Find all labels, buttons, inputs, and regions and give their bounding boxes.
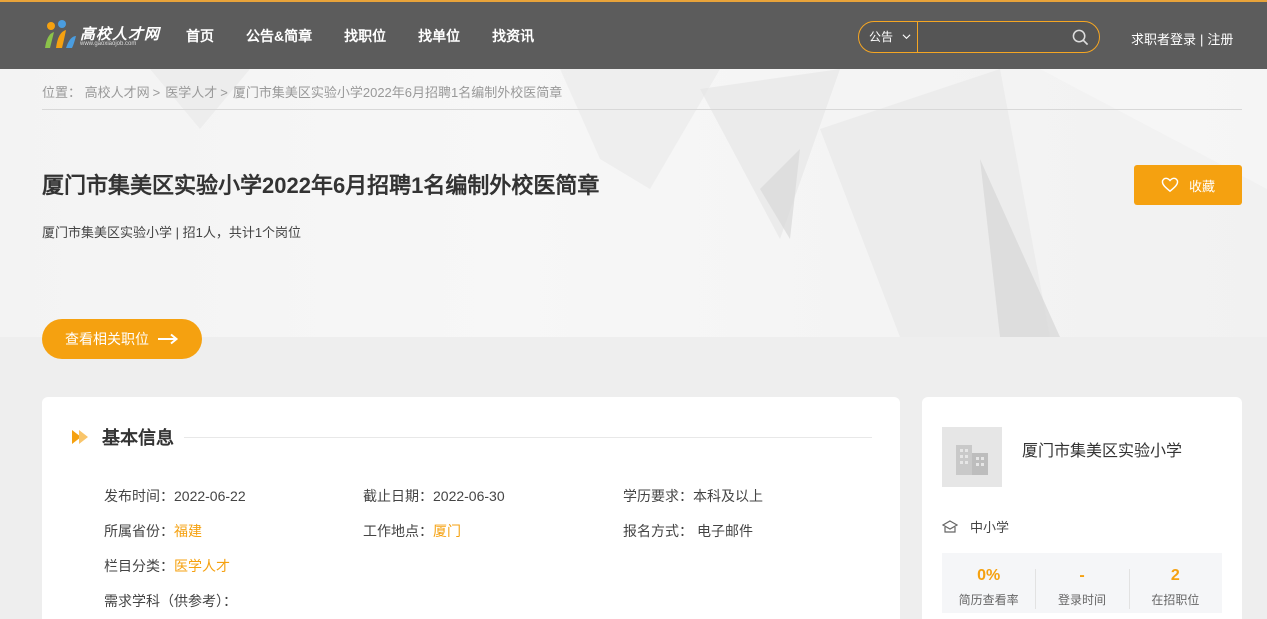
- breadcrumb-separator: >: [220, 85, 228, 100]
- publish-date-row: 发布时间：2022-06-22: [104, 486, 246, 506]
- apply-method-value: 电子邮件: [697, 523, 753, 539]
- auth-separator: |: [1200, 32, 1204, 47]
- province-row: 所属省份：福建: [104, 521, 202, 541]
- arrow-right-icon: [158, 333, 179, 345]
- section-divider: [184, 437, 872, 438]
- breadcrumb-prefix: 位置：: [42, 85, 82, 100]
- stat-label: 在招职位: [1151, 593, 1200, 607]
- nav-find-jobs[interactable]: 找职位: [344, 26, 386, 46]
- breadcrumb-current: 厦门市集美区实验小学2022年6月招聘1名编制外校医简章: [232, 85, 563, 100]
- employer-card: 厦门市集美区实验小学 中小学 0% 简历查看率 - 登录时间 2 在招职位: [922, 397, 1242, 619]
- deadline-label: 截止日期：: [363, 488, 433, 504]
- view-related-jobs-button[interactable]: 查看相关职位: [42, 319, 202, 359]
- search-input[interactable]: [919, 22, 1067, 52]
- publish-date-value: 2022-06-22: [174, 488, 246, 504]
- deadline-value: 2022-06-30: [433, 488, 505, 504]
- main-nav: 首页 公告&简章 找职位 找单位 找资讯: [186, 26, 534, 46]
- nav-find-employers[interactable]: 找单位: [418, 26, 460, 46]
- search-bar: 公告: [858, 21, 1100, 53]
- stat-login-time: - 登录时间: [1035, 553, 1128, 613]
- education-value: 本科及以上: [693, 488, 763, 504]
- employer-type: 中小学: [970, 520, 1010, 535]
- basic-info-card: 基本信息 发布时间：2022-06-22 截止日期：2022-06-30 学历要…: [42, 397, 900, 619]
- employer-logo[interactable]: [942, 427, 1002, 487]
- login-link[interactable]: 求职者登录: [1131, 32, 1196, 47]
- column-label: 栏目分类：: [104, 558, 174, 574]
- chevron-down-icon: [902, 34, 911, 40]
- apply-method-label: 报名方式：: [623, 523, 693, 539]
- nav-find-news[interactable]: 找资讯: [492, 26, 534, 46]
- breadcrumb-separator: >: [152, 85, 161, 100]
- announcement-subtitle: 厦门市集美区实验小学 | 招1人，共计1个岗位: [42, 225, 302, 240]
- stat-value: 0%: [977, 567, 1001, 584]
- employer-name[interactable]: 厦门市集美区实验小学: [1022, 437, 1182, 461]
- site-logo[interactable]: 高校人才网 www.gaoxiaojob.com: [42, 20, 159, 52]
- stat-open-positions[interactable]: 2 在招职位: [1128, 553, 1222, 613]
- column-row: 栏目分类：医学人才: [104, 556, 230, 576]
- employer-stats: 0% 简历查看率 - 登录时间 2 在招职位: [942, 553, 1222, 613]
- province-link[interactable]: 福建: [174, 523, 202, 539]
- education-row: 学历要求：本科及以上: [623, 486, 763, 506]
- basic-info-heading: 基本信息: [102, 428, 174, 448]
- heart-icon: [1161, 177, 1179, 193]
- announcement-hero: 位置： 高校人才网 > 医学人才 > 厦门市集美区实验小学2022年6月招聘1名编制外校…: [0, 69, 1267, 337]
- auth-links: 求职者登录 | 注册: [1131, 29, 1233, 48]
- province-label: 所属省份：: [104, 523, 174, 539]
- school-icon: [942, 519, 958, 533]
- logo-mark-icon: [45, 20, 76, 48]
- education-label: 学历要求：: [623, 488, 693, 504]
- location-label: 工作地点：: [363, 523, 433, 539]
- register-link[interactable]: 注册: [1207, 32, 1233, 47]
- subject-label: 需求学科（供参考）：: [104, 593, 237, 609]
- page-title: 厦门市集美区实验小学2022年6月招聘1名编制外校医简章: [42, 173, 600, 198]
- location-link[interactable]: 厦门: [433, 523, 461, 539]
- section-marker-icon: [72, 430, 88, 444]
- subject-row: 需求学科（供参考）：: [104, 591, 237, 611]
- search-icon[interactable]: [1072, 29, 1089, 46]
- column-link[interactable]: 医学人才: [174, 558, 230, 574]
- breadcrumb: 位置： 高校人才网 > 医学人才 > 厦门市集美区实验小学2022年6月招聘1名编制外校…: [42, 82, 562, 101]
- location-row: 工作地点：厦门: [363, 521, 461, 541]
- basic-info-header: 基本信息: [72, 425, 174, 449]
- search-category-label: 公告: [869, 30, 894, 44]
- stat-resume-view-rate: 0% 简历查看率: [942, 553, 1035, 613]
- logo-url: www.gaoxiaojob.com: [80, 41, 137, 47]
- employer-type-row: 中小学: [942, 517, 1009, 536]
- breadcrumb-divider: [42, 109, 1242, 110]
- nav-announcements[interactable]: 公告&简章: [246, 26, 312, 46]
- view-related-jobs-label: 查看相关职位: [65, 331, 149, 347]
- stat-value: -: [1079, 567, 1085, 584]
- apply-method-row: 报名方式： 电子邮件: [623, 521, 753, 541]
- top-header: 高校人才网 www.gaoxiaojob.com 首页 公告&简章 找职位 找单…: [0, 0, 1267, 69]
- nav-home[interactable]: 首页: [186, 26, 214, 46]
- breadcrumb-home[interactable]: 高校人才网: [85, 85, 150, 100]
- building-icon: [956, 445, 988, 475]
- search-category-select[interactable]: 公告: [859, 22, 918, 52]
- deadline-row: 截止日期：2022-06-30: [363, 486, 505, 506]
- stat-value: 2: [1170, 567, 1180, 584]
- favorite-button[interactable]: 收藏: [1134, 165, 1242, 205]
- publish-date-label: 发布时间：: [104, 488, 174, 504]
- stat-label: 登录时间: [1057, 593, 1106, 607]
- favorite-label: 收藏: [1188, 178, 1215, 194]
- breadcrumb-category[interactable]: 医学人才: [165, 85, 217, 100]
- stat-label: 简历查看率: [958, 593, 1019, 607]
